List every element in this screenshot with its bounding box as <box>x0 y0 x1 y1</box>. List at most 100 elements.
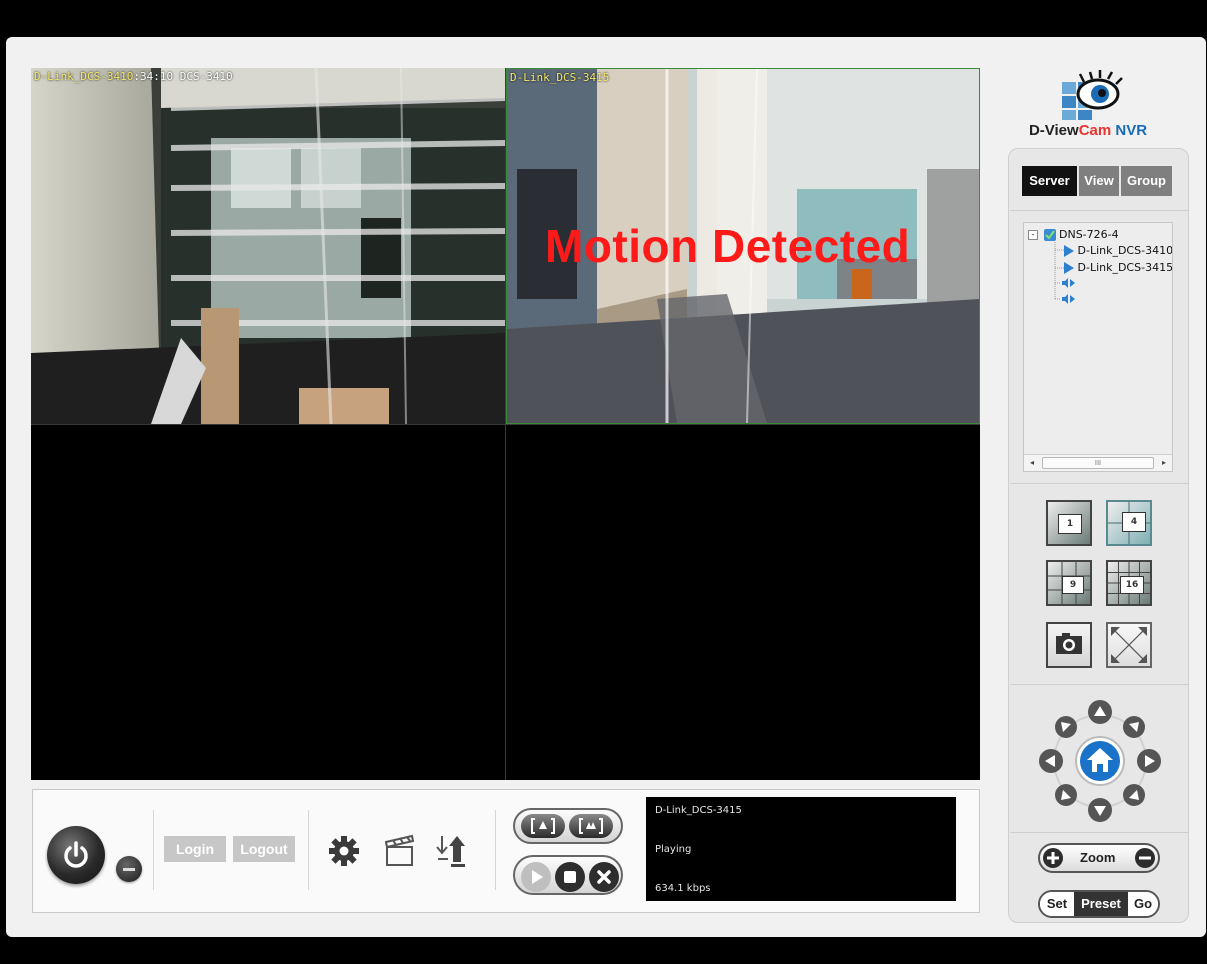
camera-view-3[interactable] <box>31 425 505 780</box>
scroll-left-icon[interactable]: ◂ <box>1026 457 1038 469</box>
eye-logo-icon <box>1062 70 1123 120</box>
ptz-left-button[interactable] <box>1039 749 1063 773</box>
ptz-down-left-button[interactable] <box>1055 784 1077 806</box>
status-camera: D-Link_DCS-3415 <box>655 805 742 816</box>
playback-group <box>513 855 623 895</box>
camera-play-icon <box>1064 262 1074 274</box>
product-name: D-ViewCam NVR <box>1013 122 1163 139</box>
camera-label-1-time: :34:10 DCS-3410 <box>133 70 233 83</box>
ptz-home-button[interactable] <box>1075 736 1125 786</box>
product-name-suffix: NVR <box>1111 122 1148 139</box>
scroll-thumb[interactable]: III <box>1042 457 1154 469</box>
tree-root-label: DNS-726-4 <box>1059 228 1119 241</box>
snapshot-button[interactable] <box>1046 622 1092 668</box>
login-button[interactable]: Login <box>164 836 226 862</box>
stop-button[interactable] <box>555 862 585 892</box>
play-button[interactable] <box>521 862 551 892</box>
gear-icon <box>329 836 359 866</box>
camera-label-2: D-Link_DCS-3415 <box>510 71 609 84</box>
manual-record-button[interactable] <box>521 814 565 838</box>
preset-set-button[interactable]: Set <box>1040 892 1074 916</box>
zoom-control: Zoom <box>1038 843 1160 873</box>
scroll-right-icon[interactable]: ▸ <box>1158 457 1170 469</box>
tab-group[interactable]: Group <box>1121 166 1172 196</box>
plus-icon <box>1047 852 1059 864</box>
audio-channel-icon <box>1062 278 1075 288</box>
logout-button[interactable]: Logout <box>233 836 295 862</box>
layout-16-label: 16 <box>1120 576 1144 594</box>
ptz-up-left-button[interactable] <box>1055 716 1077 738</box>
device-tree[interactable]: - DNS-726-4 D-Link_DCS-3410 D-Link_DCS-3… <box>1023 222 1173 472</box>
preset-control: Set Preset Go <box>1038 890 1160 918</box>
power-button[interactable] <box>47 826 105 884</box>
ptz-dial <box>1039 700 1161 822</box>
preset-go-button[interactable]: Go <box>1128 892 1158 916</box>
stop-icon <box>564 871 576 883</box>
tree-horizontal-scrollbar[interactable]: ◂ III ▸ <box>1024 454 1172 471</box>
audio-channel-icon <box>1062 294 1075 304</box>
minus-icon <box>1139 856 1151 860</box>
collapse-icon[interactable]: - <box>1028 230 1038 240</box>
tab-view[interactable]: View <box>1079 166 1119 196</box>
tree-audio-row[interactable] <box>1062 293 1076 307</box>
zoom-out-button[interactable] <box>1135 848 1155 868</box>
import-export-icon <box>436 836 465 867</box>
layout-16-button[interactable]: 16 <box>1106 560 1152 606</box>
fullscreen-button[interactable] <box>1106 622 1152 668</box>
zoom-label: Zoom <box>1080 850 1116 865</box>
minimize-button[interactable] <box>116 856 142 882</box>
import-export-button[interactable] <box>433 832 471 874</box>
divider <box>1010 483 1188 484</box>
status-bitrate: 634.1 kbps <box>655 883 711 894</box>
ptz-down-right-button[interactable] <box>1123 784 1145 806</box>
camera-view-1[interactable]: D-Link_DCS-3410:34:10 DCS-3410 <box>31 68 505 424</box>
camera-play-icon <box>1064 245 1074 257</box>
separator <box>495 810 496 890</box>
tab-server[interactable]: Server <box>1022 166 1077 196</box>
layout-9-button[interactable]: 9 <box>1046 560 1092 606</box>
tree-camera-row[interactable]: D-Link_DCS-3415 <box>1064 261 1173 275</box>
layout-4-button[interactable]: 4 <box>1106 500 1152 546</box>
camera-label-1: D-Link_DCS-3410:34:10 DCS-3410 <box>34 70 233 83</box>
layout-4-label: 4 <box>1122 512 1146 532</box>
preset-label: Preset <box>1074 892 1128 916</box>
layout-1-label: 1 <box>1058 514 1082 534</box>
camera-view-4[interactable] <box>506 425 980 780</box>
manual-record-icon <box>531 818 555 834</box>
checkbox-checked-icon[interactable] <box>1043 229 1056 241</box>
ptz-right-button[interactable] <box>1137 749 1161 773</box>
tree-audio-row[interactable] <box>1062 277 1076 291</box>
settings-button[interactable] <box>327 834 361 872</box>
divider <box>1010 684 1188 685</box>
ptz-up-button[interactable] <box>1088 700 1112 724</box>
camera-feed-1 <box>31 68 505 424</box>
recording-button[interactable] <box>382 834 418 872</box>
grid-divider-horizontal <box>31 424 980 425</box>
status-state: Playing <box>655 844 692 855</box>
close-stream-button[interactable] <box>589 862 619 892</box>
ptz-up-right-button[interactable] <box>1123 716 1145 738</box>
panel-tabs: Server View Group <box>1022 166 1172 196</box>
zoom-in-button[interactable] <box>1043 848 1063 868</box>
camera-label-1-name: D-Link_DCS-3410 <box>34 70 134 83</box>
motion-detected-overlay: Motion Detected <box>545 220 911 272</box>
tree-camera-label: D-Link_DCS-3415 <box>1077 261 1173 274</box>
fullscreen-icon <box>1111 627 1147 663</box>
divider <box>1010 210 1188 211</box>
ptz-control <box>1036 698 1164 824</box>
schedule-record-button[interactable] <box>569 814 613 838</box>
camera-label-2-name: D-Link_DCS-3415 <box>510 71 610 84</box>
clapperboard-icon <box>384 834 415 866</box>
divider <box>1010 832 1188 833</box>
camera-icon <box>1056 633 1082 654</box>
tree-camera-row[interactable]: D-Link_DCS-3410 <box>1064 244 1172 258</box>
separator <box>153 810 154 890</box>
ptz-down-button[interactable] <box>1088 798 1112 822</box>
camera-view-2[interactable]: D-Link_DCS-3415 Motion Detected <box>506 68 980 424</box>
layout-1-button[interactable]: 1 <box>1046 500 1092 546</box>
product-name-accent: Cam <box>1078 122 1112 139</box>
stream-status-panel: D-Link_DCS-3415 Playing 634.1 kbps <box>646 797 956 901</box>
tree-root-row[interactable]: - DNS-726-4 <box>1028 228 1119 242</box>
power-icon <box>64 841 88 868</box>
separator <box>308 810 309 890</box>
